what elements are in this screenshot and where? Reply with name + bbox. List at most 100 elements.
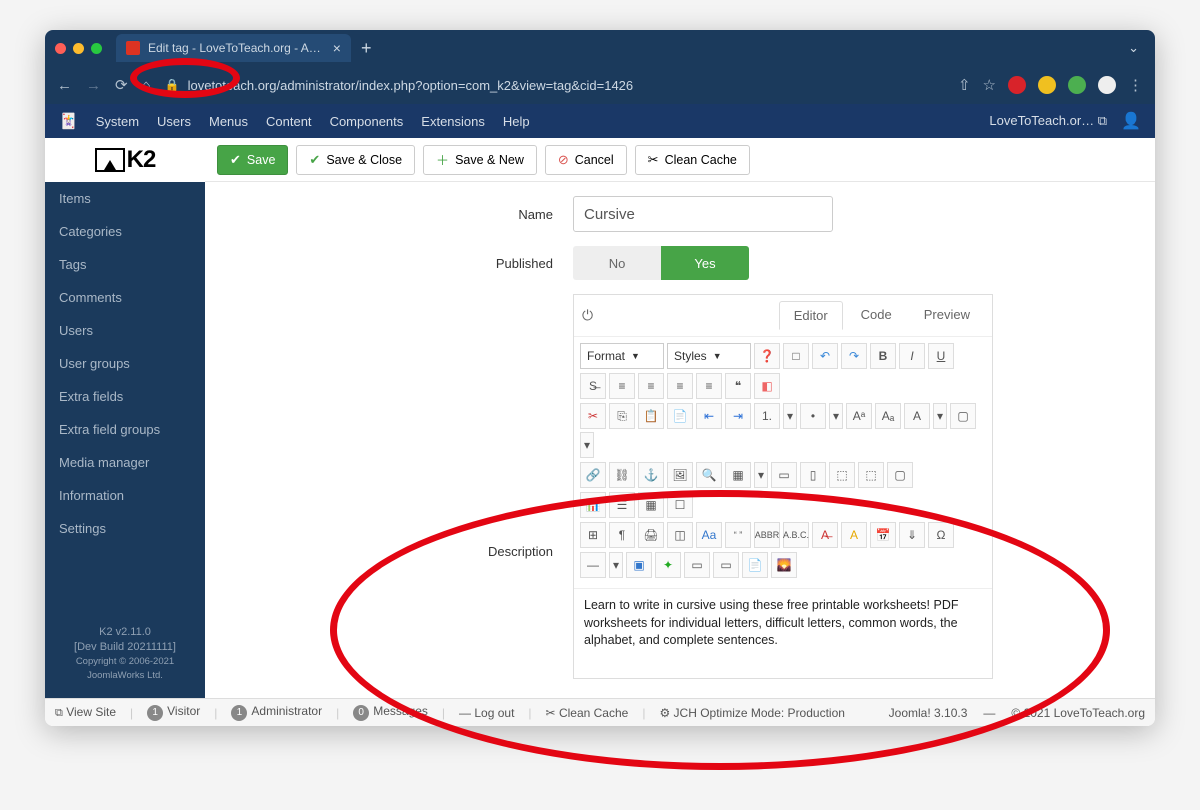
sidebar-item-settings[interactable]: Settings (45, 512, 205, 545)
eraser-icon[interactable]: ◧ (754, 373, 780, 399)
description-textarea[interactable]: Learn to write in cursive using these fr… (574, 588, 992, 678)
bgcolor-icon[interactable]: ▢ (950, 403, 976, 429)
extensions-icon[interactable] (1068, 76, 1086, 94)
published-yes[interactable]: Yes (661, 246, 749, 280)
share-icon[interactable]: ⇧ (958, 76, 971, 94)
menu-menus[interactable]: Menus (209, 114, 248, 129)
cancel-button[interactable]: ⊘ Cancel (545, 145, 627, 175)
merge-icon[interactable]: ⬚ (829, 462, 855, 488)
save-close-button[interactable]: ✔ Save & Close (296, 145, 415, 175)
menu-components[interactable]: Components (330, 114, 404, 129)
align-justify-icon[interactable]: ≡ (696, 373, 722, 399)
abc-icon[interactable]: A.B.C. (783, 522, 809, 548)
menu-users[interactable]: Users (157, 114, 191, 129)
undo-icon[interactable]: ↶ (812, 343, 838, 369)
plugin-icon[interactable]: ✦ (655, 552, 681, 578)
nav-home-icon[interactable]: ⌂ (142, 77, 151, 94)
strike-icon[interactable]: S̶ (580, 373, 606, 399)
textcolor-dd-icon[interactable]: ▾ (933, 403, 947, 429)
layout2-icon[interactable]: ▭ (713, 552, 739, 578)
table-insert-icon[interactable]: ▦ (725, 462, 751, 488)
anchor2-icon[interactable]: ⇓ (899, 522, 925, 548)
editor-tab-code[interactable]: Code (847, 301, 906, 330)
clean-cache-link[interactable]: ✂ Clean Cache (546, 706, 629, 720)
abbr-icon[interactable]: ABBR (754, 522, 780, 548)
table-dd-icon[interactable]: ▾ (754, 462, 768, 488)
hr-icon[interactable]: — (580, 552, 606, 578)
ul-dd-icon[interactable]: ▾ (829, 403, 843, 429)
extension-icon[interactable] (1038, 76, 1056, 94)
tab-close-icon[interactable]: × (333, 40, 341, 56)
ol-icon[interactable]: 1. (754, 403, 780, 429)
editor-tab-editor[interactable]: Editor (779, 301, 843, 330)
save-button[interactable]: ✔ Save (217, 145, 288, 175)
pilcrow-icon[interactable]: ¶ (609, 522, 635, 548)
col-icon[interactable]: ▯ (800, 462, 826, 488)
admins-count[interactable]: 1Administrator (231, 704, 322, 721)
doc-icon[interactable]: 📄 (742, 552, 768, 578)
user-menu-icon[interactable]: 👤 (1121, 111, 1141, 131)
url-input[interactable]: 🔒 lovetoteach.org/administrator/index.ph… (165, 78, 944, 93)
nav-forward-icon[interactable]: → (86, 77, 101, 94)
menu-system[interactable]: System (96, 114, 139, 129)
site-name-link[interactable]: LoveToTeach.or… ⧉ (989, 113, 1107, 129)
published-toggle[interactable]: No Yes (573, 246, 1131, 280)
close-window[interactable] (55, 43, 66, 54)
sidebar-item-users[interactable]: Users (45, 314, 205, 347)
profile-avatar-icon[interactable] (1098, 76, 1116, 94)
sidebar-item-user-groups[interactable]: User groups (45, 347, 205, 380)
sidebar-item-information[interactable]: Information (45, 479, 205, 512)
editor-tab-preview[interactable]: Preview (910, 301, 984, 330)
blockquote-icon[interactable]: ❝ (725, 373, 751, 399)
layout1-icon[interactable]: ▭ (684, 552, 710, 578)
anchor-icon[interactable]: ⚓ (638, 462, 664, 488)
help-icon[interactable]: ❓ (754, 343, 780, 369)
bgcolor-dd-icon[interactable]: ▾ (580, 432, 594, 458)
photo-icon[interactable]: 🌄 (771, 552, 797, 578)
clean-cache-button[interactable]: ✂ Clean Cache (635, 145, 750, 175)
nav-reload-icon[interactable]: ⟳ (115, 76, 128, 94)
italic-icon[interactable]: I (899, 343, 925, 369)
find-icon[interactable]: 🔍 (696, 462, 722, 488)
styles-select[interactable]: Styles▼ (667, 343, 751, 369)
sidebar-item-media-manager[interactable]: Media manager (45, 446, 205, 479)
quotes-icon[interactable]: “ ” (725, 522, 751, 548)
joomla-logo-icon[interactable]: 🃏 (59, 112, 78, 130)
adblock-extension-icon[interactable] (1008, 76, 1026, 94)
cut-icon[interactable]: ✂ (580, 403, 606, 429)
box-icon[interactable]: ☐ (667, 492, 693, 518)
logout-link[interactable]: — Log out (459, 706, 514, 720)
copy-icon[interactable]: ⎘ (609, 403, 635, 429)
paste-text-icon[interactable]: 📄 (667, 403, 693, 429)
cell-icon[interactable]: ▢ (887, 462, 913, 488)
ol-dd-icon[interactable]: ▾ (783, 403, 797, 429)
bookmark-star-icon[interactable]: ☆ (983, 76, 996, 94)
media-icon[interactable]: ▣ (626, 552, 652, 578)
redo-icon[interactable]: ↷ (841, 343, 867, 369)
align-left-icon[interactable]: ≡ (609, 373, 635, 399)
sup-icon[interactable]: Aᵃ (846, 403, 872, 429)
sidebar-item-categories[interactable]: Categories (45, 215, 205, 248)
visitors-count[interactable]: 1Visitor (147, 704, 200, 721)
textcolor-icon[interactable]: A (904, 403, 930, 429)
sidebar-item-tags[interactable]: Tags (45, 248, 205, 281)
name-input[interactable] (573, 196, 833, 232)
format-select[interactable]: Format▼ (580, 343, 664, 369)
underline-icon[interactable]: U (928, 343, 954, 369)
split-icon[interactable]: ⬚ (858, 462, 884, 488)
published-no[interactable]: No (573, 246, 661, 280)
row-icon[interactable]: ▭ (771, 462, 797, 488)
maximize-window[interactable] (91, 43, 102, 54)
menu-help[interactable]: Help (503, 114, 530, 129)
font-aa-icon[interactable]: Aa (696, 522, 722, 548)
indent-icon[interactable]: ⇤ (696, 403, 722, 429)
editor-toggle-icon[interactable]: ⏻ (582, 307, 593, 324)
layers-icon[interactable]: ☰ (609, 492, 635, 518)
outdent-icon[interactable]: ⇥ (725, 403, 751, 429)
newdoc-icon[interactable]: □ (783, 343, 809, 369)
source-icon[interactable]: ◫ (667, 522, 693, 548)
nav-back-icon[interactable]: ← (57, 77, 72, 94)
special-icon[interactable]: Ω (928, 522, 954, 548)
menu-extensions[interactable]: Extensions (421, 114, 485, 129)
image-icon[interactable]: 🖼 (667, 462, 693, 488)
